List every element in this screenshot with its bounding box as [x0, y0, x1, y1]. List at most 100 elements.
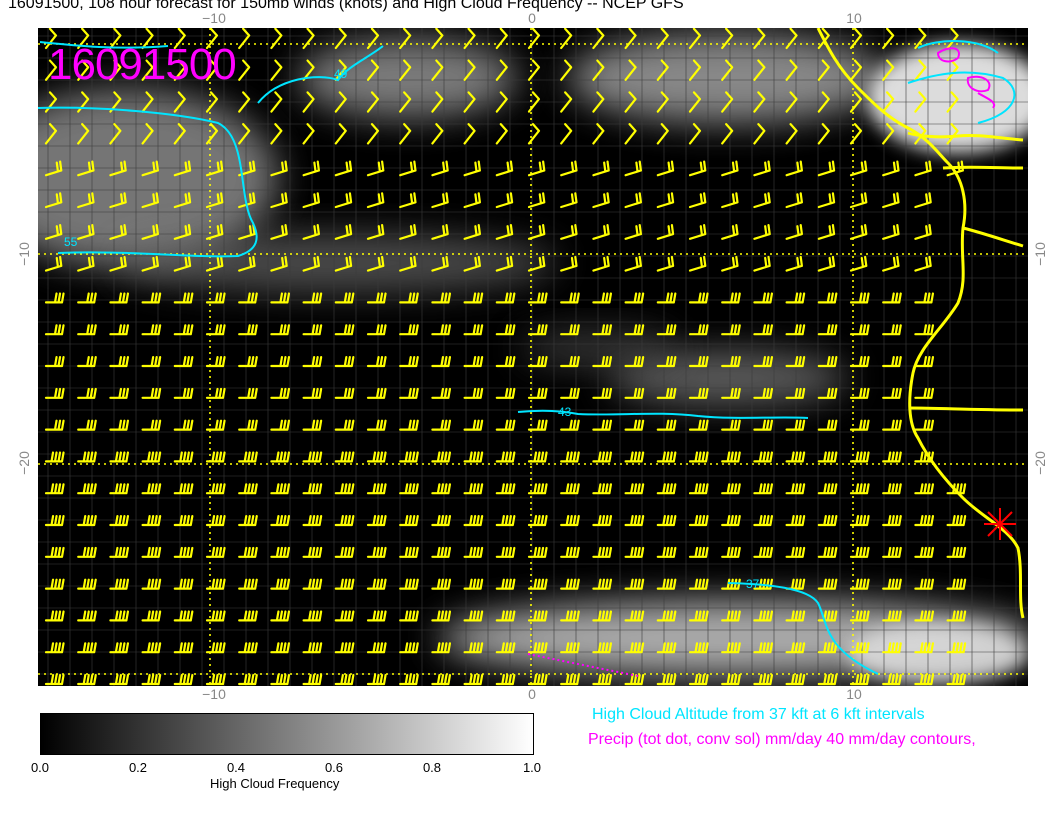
- wind-barb: [914, 515, 935, 527]
- wind-barb: [109, 674, 130, 686]
- wind-barb: [302, 324, 323, 336]
- wind-barb: [238, 674, 258, 686]
- wind-barb: [914, 255, 932, 272]
- wind-barb: [882, 483, 902, 495]
- wind-barb: [334, 387, 355, 399]
- wind-barb: [463, 546, 484, 558]
- wind-barb: [302, 642, 323, 654]
- wind-barb: [495, 387, 516, 399]
- wind-barb: [238, 610, 258, 622]
- wind-barb: [817, 255, 836, 272]
- wind-barb: [882, 192, 900, 209]
- wind-barb: [527, 292, 548, 304]
- contour-label: 49: [334, 67, 348, 81]
- wind-barb: [334, 483, 355, 495]
- wind-barb: [431, 642, 452, 654]
- wind-barb: [527, 387, 548, 399]
- wind-barb: [141, 387, 162, 399]
- wind-barb: [753, 515, 774, 527]
- wind-barb: [463, 387, 484, 399]
- wind-barb: [495, 292, 516, 304]
- wind-barb: [463, 419, 484, 431]
- wind-barb: [366, 578, 387, 590]
- wind-barb: [238, 642, 258, 654]
- wind-barb: [656, 192, 675, 209]
- wind-barb: [914, 324, 935, 336]
- right-tick-label: −10: [1032, 242, 1048, 266]
- wind-barb: [141, 642, 162, 654]
- contour-label: 55: [64, 235, 78, 249]
- wind-barb: [302, 610, 323, 622]
- map-title: 16091500, 108 hour forecast for 150mb wi…: [8, 0, 684, 12]
- altitude-legend: High Cloud Altitude from 37 kft at 6 kft…: [592, 706, 925, 723]
- wind-barb: [817, 674, 838, 686]
- wind-barb: [817, 483, 838, 495]
- wind-barb: [624, 160, 642, 177]
- wind-barb: [817, 160, 836, 177]
- wind-barb: [334, 610, 355, 622]
- wind-barb: [270, 292, 291, 304]
- wind-barb: [624, 192, 642, 209]
- wind-barb: [592, 255, 610, 272]
- wind-barb: [592, 224, 610, 240]
- wind-barb: [495, 515, 516, 527]
- wind-barb: [592, 515, 613, 527]
- wind-barb: [270, 546, 291, 558]
- wind-barb: [270, 578, 291, 590]
- wind-barb: [141, 546, 162, 558]
- wind-barb: [463, 356, 484, 368]
- wind-barb: [238, 292, 258, 304]
- wind-barb: [882, 515, 902, 527]
- wind-barb: [302, 578, 323, 590]
- wind-barb: [914, 292, 935, 304]
- wind-barb: [399, 515, 419, 527]
- wind-barb: [849, 387, 870, 399]
- wind-barb: [366, 419, 387, 431]
- wind-barb: [688, 546, 709, 558]
- wind-barb: [721, 674, 741, 686]
- wind-barb: [141, 356, 162, 368]
- wind-barb: [302, 356, 323, 368]
- wind-barb: [882, 255, 900, 272]
- wind-barb: [399, 419, 419, 431]
- wind-barb: [173, 324, 194, 336]
- wind-barb: [463, 674, 484, 686]
- wind-barb: [366, 674, 387, 686]
- wind-barb: [431, 546, 452, 558]
- wind-barb: [44, 483, 65, 495]
- wind-barb: [109, 642, 130, 654]
- wind-barb: [270, 356, 291, 368]
- wind-barb: [656, 515, 677, 527]
- wind-barb: [270, 387, 291, 399]
- wind-barb: [77, 515, 97, 527]
- wind-barb: [914, 387, 935, 399]
- wind-barb: [205, 546, 226, 558]
- wind-barb: [141, 674, 162, 686]
- wind-barb: [399, 123, 412, 145]
- station-marker: [984, 508, 1016, 540]
- wind-barb: [44, 356, 65, 368]
- wind-barb: [334, 324, 355, 336]
- wind-barb: [785, 674, 806, 686]
- bottom-tick-label: 10: [846, 686, 862, 702]
- wind-barb: [656, 160, 675, 177]
- wind-barb: [785, 160, 803, 177]
- wind-barb: [302, 674, 323, 686]
- wind-barb: [495, 674, 516, 686]
- wind-barb: [688, 123, 702, 145]
- wind-barb: [882, 224, 900, 240]
- wind-barb: [656, 224, 675, 240]
- wind-barb: [399, 160, 417, 177]
- right-tick-label: −20: [1032, 451, 1048, 475]
- wind-barb: [817, 292, 838, 304]
- frame-date-label: 16091500: [48, 40, 237, 89]
- wind-barb: [302, 292, 323, 304]
- wind-barb: [656, 123, 669, 145]
- wind-barb: [592, 483, 613, 495]
- wind-barb: [238, 483, 258, 495]
- wind-barb: [238, 578, 258, 590]
- wind-barb: [77, 610, 97, 622]
- wind-barb: [431, 160, 449, 177]
- wind-barb: [399, 387, 419, 399]
- wind-barb: [753, 419, 774, 431]
